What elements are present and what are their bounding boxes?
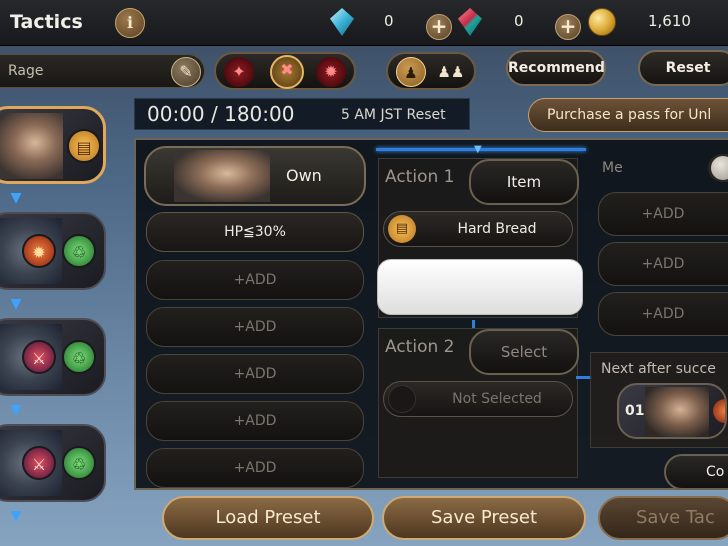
gold-counter: 1,610 — [588, 8, 728, 36]
action-2-item-label: Not Selected — [452, 391, 542, 407]
gold-value: 1,610 — [648, 12, 691, 30]
green-buff-icon: ♲ — [62, 234, 96, 268]
action-2-item[interactable]: Not Selected — [383, 381, 573, 417]
save-preset-button[interactable]: Save Preset — [382, 496, 586, 540]
timer-box: 00:00 / 180:00 5 AM JST Reset — [134, 98, 470, 130]
fire-skill-icon: ✹ — [22, 234, 56, 268]
add-condition-button[interactable]: +ADD — [146, 307, 364, 347]
next-number: 01 — [625, 403, 645, 419]
action-1-detail-box[interactable] — [377, 259, 583, 315]
page-title: Tactics — [10, 11, 83, 33]
chain-arrow-icon: ▼ — [10, 508, 22, 524]
add-target-button[interactable]: +ADD — [598, 292, 728, 336]
add-condition-button[interactable]: +ADD — [146, 260, 364, 300]
character-portrait — [0, 113, 63, 179]
add-target-button[interactable]: +ADD — [598, 242, 728, 286]
action-1-item[interactable]: ▤ Hard Bread — [383, 211, 573, 247]
character-card[interactable]: ✹ ♲ — [0, 212, 106, 290]
character-portrait — [174, 150, 270, 202]
red-crystal-counter: 0 + — [458, 8, 598, 40]
bread-item-icon: ▤ — [67, 129, 101, 163]
character-card[interactable]: ⚔ ♲ — [0, 318, 106, 396]
action-1-label: Action 1 — [385, 167, 455, 187]
slash-skill-icon: ⚔ — [22, 446, 56, 480]
rage-skill-3-icon[interactable]: ✹ — [316, 57, 346, 87]
rage-skill-selector: ✦ ✖ ✹ — [214, 52, 356, 90]
action-1-box: Action 1 Item ▤ Hard Bread — [377, 158, 583, 318]
green-buff-icon: ♲ — [62, 446, 96, 480]
chain-arrow-icon: ▼ — [10, 402, 22, 418]
rage-skill-2-icon[interactable]: ✖ — [270, 55, 304, 89]
add-target-button[interactable]: +ADD — [598, 192, 728, 236]
save-tactics-button[interactable]: Save Tac — [598, 496, 728, 540]
group-icon[interactable]: ♟♟ — [436, 57, 466, 87]
add-red-crystal-button[interactable]: + — [555, 14, 581, 40]
copy-button[interactable]: Co — [664, 454, 728, 490]
action-2-select-button[interactable]: Select — [469, 329, 579, 375]
chain-arrow-icon: ▼ — [10, 190, 22, 206]
action-column: ▼ Action 1 Item ▤ Hard Bread Action 2 Se… — [376, 144, 586, 484]
top-bar: Tactics i 0 + 0 + 1,610 — [0, 0, 728, 46]
blue-crystal-icon — [330, 8, 354, 36]
slash-skill-icon: ⚔ — [22, 340, 56, 374]
bread-item-icon: ▤ — [388, 215, 416, 243]
gold-coin-icon — [588, 8, 616, 36]
feather-edit-icon[interactable]: ✎ — [171, 57, 201, 87]
character-card[interactable]: ▤ — [0, 106, 106, 184]
condition-row-hp[interactable]: HP≦30% — [146, 212, 364, 252]
action-1-item-label: Hard Bread — [457, 221, 537, 237]
chain-arrow-icon: ▼ — [10, 296, 22, 312]
connector-arrow-icon: ▼ — [474, 144, 482, 155]
connector-line — [472, 320, 475, 328]
add-blue-crystal-button[interactable]: + — [426, 14, 452, 40]
toggle-knob — [711, 156, 728, 180]
rage-skill-1-icon[interactable]: ✦ — [224, 57, 254, 87]
info-icon[interactable]: i — [115, 8, 145, 38]
mode-selector: ♟ ♟♟ — [386, 52, 476, 90]
purchase-pass-button[interactable]: Purchase a pass for Unl — [528, 98, 728, 132]
character-card[interactable]: ⚔ ♲ — [0, 424, 106, 502]
character-list: ▤ ▼ ✹ ♲ ▼ ⚔ ♲ ▼ ⚔ ♲ ▼ — [0, 104, 110, 546]
load-preset-button[interactable]: Load Preset — [162, 496, 374, 540]
next-character-card[interactable]: 01 — [617, 383, 727, 439]
blue-crystal-counter: 0 + — [330, 8, 470, 40]
tactics-toolbar: Rage ✎ ✦ ✖ ✹ ♟ ♟♟ Recommend Reset — [0, 50, 728, 92]
add-condition-button[interactable]: +ADD — [146, 448, 364, 488]
rage-label: Rage — [8, 63, 44, 79]
action-1-type-button[interactable]: Item — [469, 159, 579, 205]
next-after-success-label: Next after succe — [601, 361, 716, 377]
target-column: Me +ADD +ADD +ADD Next after succe 01 Co — [590, 144, 728, 490]
own-label: Own — [286, 166, 322, 185]
me-toggle[interactable] — [708, 154, 728, 182]
red-crystal-value: 0 — [514, 12, 524, 30]
character-portrait — [645, 387, 709, 437]
timer-reset-note: 5 AM JST Reset — [341, 107, 446, 123]
action-2-box: Action 2 Select Not Selected — [378, 328, 579, 478]
empty-slot-icon — [388, 385, 416, 413]
single-person-icon[interactable]: ♟ — [396, 57, 426, 87]
red-crystal-icon — [458, 8, 482, 36]
fire-skill-icon — [713, 399, 725, 423]
action-2-label: Action 2 — [385, 337, 455, 357]
condition-column: Own HP≦30% +ADD +ADD +ADD +ADD +ADD — [140, 144, 370, 488]
recommend-button[interactable]: Recommend — [506, 50, 606, 86]
rage-field[interactable]: Rage ✎ — [0, 54, 205, 88]
tactics-panel: Own HP≦30% +ADD +ADD +ADD +ADD +ADD ▼ Ac… — [134, 138, 728, 490]
add-condition-button[interactable]: +ADD — [146, 401, 364, 441]
green-buff-icon: ♲ — [62, 340, 96, 374]
own-target-card[interactable]: Own — [144, 146, 366, 206]
next-after-success-box: Next after succe 01 — [590, 352, 728, 448]
reset-button[interactable]: Reset — [638, 50, 728, 86]
me-label: Me — [602, 160, 623, 176]
timer-value: 00:00 / 180:00 — [147, 102, 295, 126]
blue-crystal-value: 0 — [384, 12, 394, 30]
add-condition-button[interactable]: +ADD — [146, 354, 364, 394]
